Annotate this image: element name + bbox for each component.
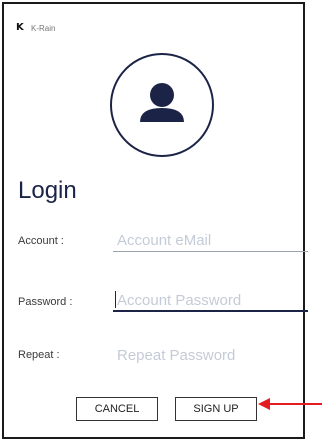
repeat-label: Repeat : [18,349,60,361]
avatar[interactable] [110,53,214,157]
account-email-field[interactable]: Account eMail [113,230,308,252]
sign-up-button[interactable]: SIGN UP [175,397,257,421]
account-password-underline [113,310,308,312]
user-icon [140,83,184,122]
account-email-placeholder: Account eMail [117,232,212,249]
text-caret [115,291,116,308]
password-label: Password : [18,296,73,308]
red-arrow-icon [258,398,322,410]
app-header: K K-Rain [16,23,55,33]
phone-frame: K K-Rain Login Account : Account eMail P… [2,2,308,439]
page-title: Login [18,177,77,204]
account-email-underline [113,251,308,252]
app-logo-icon: K [16,22,24,33]
repeat-password-placeholder: Repeat Password [117,347,236,364]
repeat-password-field[interactable]: Repeat Password [113,345,308,367]
account-password-field[interactable]: Account Password [113,290,308,312]
account-password-placeholder: Account Password [117,292,242,309]
app-name: K-Rain [31,23,56,33]
account-label: Account : [18,235,64,247]
cancel-button[interactable]: CANCEL [76,397,158,421]
